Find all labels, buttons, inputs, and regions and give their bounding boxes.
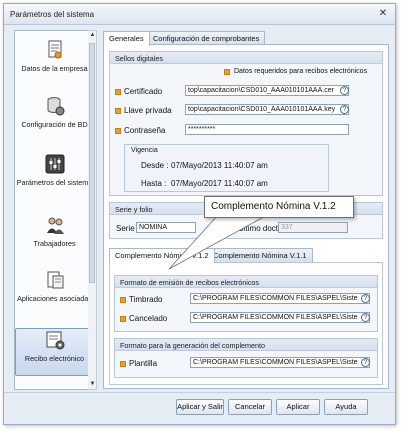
sidebar-item-label: Datos de la empresa xyxy=(21,64,88,73)
sidebar-scrollbar[interactable]: ▲ ▼ xyxy=(88,30,97,390)
certificate-label: Certificado xyxy=(124,87,163,96)
sidebar-item-label: Aplicaciones asociadas xyxy=(17,294,92,303)
to-label: Hasta : xyxy=(141,179,167,188)
emission-format-title: Formato de emisión de recibos electrónic… xyxy=(115,276,377,288)
private-key-label: Llave privada xyxy=(124,106,172,115)
help-button[interactable]: Ayuda xyxy=(324,399,368,415)
sidebar-item-company-data[interactable]: Datos de la empresa xyxy=(15,39,92,89)
complement-format-group: Formato para la generación del complemen… xyxy=(114,338,378,378)
tab-general[interactable]: Generales xyxy=(103,31,150,46)
window-title: Parámetros del sistema xyxy=(10,10,95,19)
tooltip-pointer xyxy=(168,214,270,270)
complement-panel: Formato de emisión de recibos electrónic… xyxy=(109,262,383,385)
apply-button[interactable]: Aplicar xyxy=(276,399,320,415)
template-field[interactable]: C:\PROGRAM FILES\COMMON FILES\ASPEL\Sist… xyxy=(190,357,370,368)
system-parameters-window: Parámetros del sistema ✕ Datos de la emp… xyxy=(3,3,396,425)
required-marker-icon xyxy=(120,297,126,303)
tab-voucher-config[interactable]: Configuración de comprobantes xyxy=(147,31,266,45)
complement-format-title: Formato para la generación del complemen… xyxy=(115,339,377,351)
apply-and-exit-button[interactable]: Aplicar y Salir xyxy=(176,399,224,415)
sidebar-item-associated-apps[interactable]: Aplicaciones asociadas xyxy=(15,269,92,327)
certificate-field[interactable]: top\capacitacion\CSD010_AAA010101AAA.cer xyxy=(185,85,349,96)
emission-format-group: Formato de emisión de recibos electrónic… xyxy=(114,275,378,332)
required-marker-icon xyxy=(115,108,121,114)
sidebar-item-electronic-receipt[interactable]: Recibo electrónico xyxy=(15,328,92,376)
database-config-icon xyxy=(47,97,64,116)
company-data-icon xyxy=(48,40,61,59)
required-note: Datos requeridos para recibos electrónic… xyxy=(234,68,368,75)
scroll-down-icon[interactable]: ▼ xyxy=(88,380,97,389)
browse-help-icon[interactable]: ? xyxy=(340,86,349,95)
required-marker-icon xyxy=(120,361,126,367)
validity-title: Vigencia xyxy=(131,147,158,154)
associated-apps-icon xyxy=(47,271,63,289)
system-parameters-icon xyxy=(45,154,64,174)
required-marker-icon xyxy=(115,89,121,95)
template-label: Plantilla xyxy=(129,359,158,368)
scroll-up-icon[interactable]: ▲ xyxy=(88,31,97,40)
stamped-label: Timbrado xyxy=(129,295,163,304)
required-marker-icon xyxy=(115,128,121,134)
sidebar-item-system-parameters[interactable]: Parámetros del sistema xyxy=(15,153,93,211)
sidebar-item-workers[interactable]: Trabajadores xyxy=(15,214,92,262)
sidebar-item-label: Recibo electrónico xyxy=(24,354,85,363)
from-label: Desde : xyxy=(141,161,169,170)
to-value: 07/Mayo/2017 11:40:07 am xyxy=(171,179,268,188)
sidebar: Datos de la empresa Configuración de BD … xyxy=(14,30,93,390)
private-key-field[interactable]: top\capacitacion\CSD010_AAA010101AAA.key xyxy=(185,104,349,115)
callout-tooltip: Complemento Nómina V.1.2 xyxy=(204,196,354,218)
cancelled-label: Cancelado xyxy=(129,314,168,323)
sidebar-item-db-config[interactable]: Configuración de BD xyxy=(15,95,92,150)
browse-help-icon[interactable]: ? xyxy=(361,294,370,303)
sidebar-item-label: Configuración de BD xyxy=(21,120,88,129)
scroll-thumb[interactable] xyxy=(89,43,95,283)
from-value: 07/Mayo/2013 11:40:07 am xyxy=(171,161,268,170)
digital-seals-group: Sellos digitales Datos requeridos para r… xyxy=(109,51,383,196)
password-label: Contraseña xyxy=(124,126,166,135)
required-marker-icon xyxy=(120,316,126,322)
required-marker-icon xyxy=(224,69,230,75)
sidebar-item-label: Parámetros del sistema xyxy=(16,178,93,187)
series-label: Serie xyxy=(116,224,135,233)
password-field[interactable]: ********** xyxy=(185,124,349,135)
browse-help-icon[interactable]: ? xyxy=(361,313,370,322)
validity-group: Vigencia Desde : 07/Mayo/2013 11:40:07 a… xyxy=(124,144,329,192)
close-icon[interactable]: ✕ xyxy=(377,8,389,20)
last-doc-field: 337 xyxy=(278,222,348,233)
cancelled-field[interactable]: C:\PROGRAM FILES\COMMON FILES\ASPEL\Sist… xyxy=(190,312,370,323)
title-bar[interactable]: Parámetros del sistema ✕ xyxy=(4,4,395,25)
cancel-button[interactable]: Cancelar xyxy=(228,399,272,415)
stamped-field[interactable]: C:\PROGRAM FILES\COMMON FILES\ASPEL\Sist… xyxy=(190,293,370,304)
electronic-receipt-icon xyxy=(46,331,64,350)
sidebar-item-label: Trabajadores xyxy=(33,239,76,248)
dialog-button-bar: Aplicar y Salir Cancelar Aplicar Ayuda xyxy=(4,392,395,424)
workers-icon xyxy=(46,217,64,234)
browse-help-icon[interactable]: ? xyxy=(361,358,370,367)
digital-seals-title: Sellos digitales xyxy=(110,52,382,64)
browse-help-icon[interactable]: ? xyxy=(340,105,349,114)
